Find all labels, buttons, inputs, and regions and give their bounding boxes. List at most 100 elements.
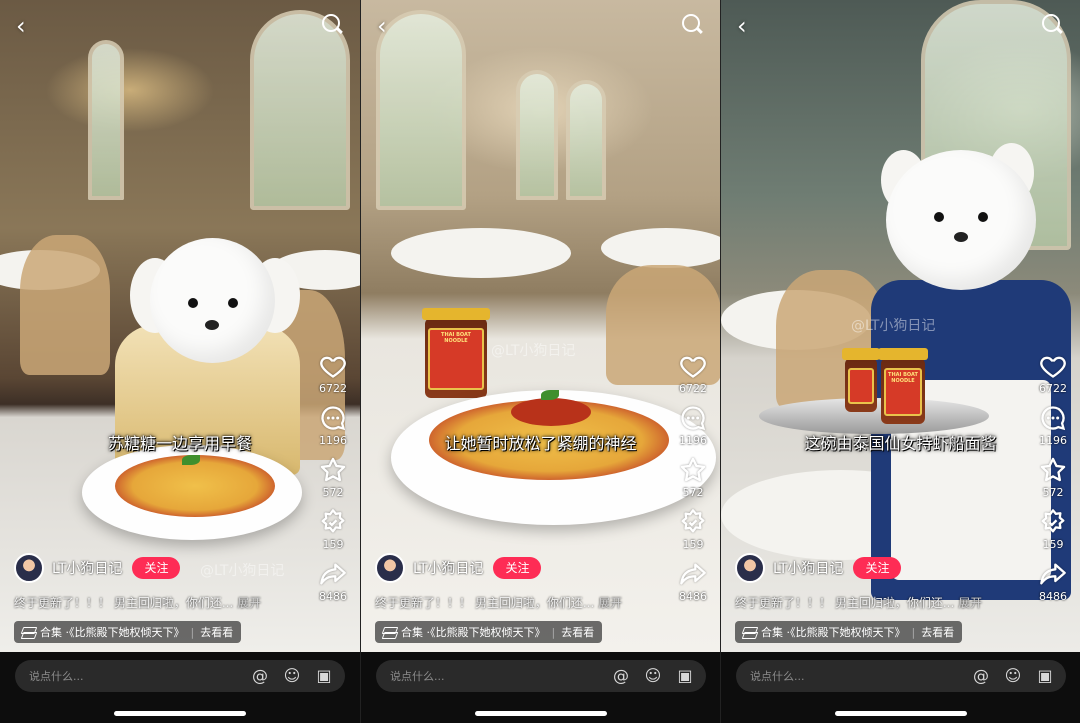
action-rail: 6722 1196 572 159 8486 — [1034, 352, 1072, 612]
video-description[interactable]: 终于更新了！！！ 男主回归啦，你们还... 展开 — [735, 594, 982, 611]
collection-action[interactable]: 去看看 — [561, 624, 594, 640]
favorite-count: 572 — [1042, 486, 1064, 499]
video-panel-1[interactable]: ‹ 苏糖糖一边享用早餐 @LT小狗日记 6722 1196 572 159 84… — [0, 0, 360, 723]
collection-chip[interactable]: 合集 ·《比熊殿下她权倾天下》 | 去看看 — [735, 621, 963, 643]
like-button[interactable]: 6722 — [1039, 352, 1067, 395]
forward-button[interactable]: 8486 — [679, 560, 707, 603]
image-icon[interactable]: ▣ — [676, 667, 694, 685]
like-count: 6722 — [679, 382, 707, 395]
share-icon — [321, 509, 345, 533]
layers-icon — [22, 627, 34, 637]
video-description[interactable]: 终于更新了！！！ 男主回归啦，你们还... 展开 — [14, 594, 261, 611]
emoji-icon[interactable]: ☺ — [283, 667, 301, 685]
collection-action[interactable]: 去看看 — [921, 624, 954, 640]
avatar[interactable] — [375, 553, 405, 583]
sauce-jar: THAI BOAT NOODLE — [878, 348, 928, 424]
star-icon — [680, 457, 706, 482]
share-button[interactable]: 159 — [319, 508, 347, 551]
watermark: @LT小狗日记 — [491, 343, 576, 359]
favorite-button[interactable]: 572 — [319, 456, 347, 499]
heart-icon — [320, 356, 346, 378]
search-icon[interactable] — [682, 14, 704, 36]
comment-placeholder: 说点什么... — [750, 670, 805, 683]
expand-link[interactable]: 展开 — [958, 596, 982, 610]
image-icon[interactable]: ▣ — [1036, 667, 1054, 685]
home-indicator[interactable] — [114, 711, 246, 716]
dog-eye — [188, 298, 198, 308]
jar-lid — [842, 348, 880, 360]
back-icon[interactable]: ‹ — [16, 14, 36, 38]
forward-button[interactable]: 8486 — [1039, 560, 1067, 603]
back-icon[interactable]: ‹ — [377, 14, 397, 38]
collection-chip[interactable]: 合集 ·《比熊殿下她权倾天下》 | 去看看 — [14, 621, 242, 643]
at-icon[interactable]: @ — [972, 667, 990, 685]
share-button[interactable]: 159 — [1039, 508, 1067, 551]
home-indicator[interactable] — [475, 711, 607, 716]
dog-head — [886, 150, 1036, 290]
video-description[interactable]: 终于更新了！！！ 男主回归啦，你们还... 展开 — [375, 594, 622, 611]
jar-label — [848, 368, 874, 404]
comment-button[interactable]: 1196 — [1039, 404, 1067, 447]
follow-button[interactable]: 关注 — [853, 557, 902, 579]
avatar[interactable] — [735, 553, 765, 583]
author-name[interactable]: LT小狗日记 — [52, 558, 122, 578]
comment-placeholder: 说点什么... — [390, 670, 445, 683]
comment-button[interactable]: 1196 — [319, 404, 347, 447]
share-icon — [681, 509, 705, 533]
like-button[interactable]: 6722 — [679, 352, 707, 395]
expand-link[interactable]: 展开 — [237, 596, 261, 610]
share-button[interactable]: 159 — [679, 508, 707, 551]
avatar[interactable] — [14, 553, 44, 583]
collection-title: 合集 ·《比熊殿下她权倾天下》 — [761, 626, 906, 639]
subtitle-caption: 这碗由泰国仙女持虾船面酱 — [804, 434, 997, 453]
at-icon[interactable]: @ — [612, 667, 630, 685]
collection-action[interactable]: 去看看 — [200, 624, 233, 640]
star-icon — [320, 457, 346, 482]
watermark: @LT小狗日记 — [200, 563, 285, 579]
favorite-button[interactable]: 572 — [1039, 456, 1067, 499]
dog-head — [150, 238, 275, 363]
divider: | — [190, 625, 195, 639]
search-icon[interactable] — [1042, 14, 1064, 36]
sauce-jar — [842, 348, 880, 412]
comment-input[interactable]: 说点什么... @ ☺ ▣ — [15, 660, 345, 692]
author-name[interactable]: LT小狗日记 — [413, 558, 483, 578]
follow-button[interactable]: 关注 — [132, 557, 181, 579]
divider: | — [551, 625, 556, 639]
dining-table — [391, 228, 571, 278]
favorite-button[interactable]: 572 — [679, 456, 707, 499]
heart-icon — [1040, 356, 1066, 378]
comment-button[interactable]: 1196 — [679, 404, 707, 447]
back-icon[interactable]: ‹ — [737, 14, 757, 38]
comment-input[interactable]: 说点什么... @ ☺ ▣ — [736, 660, 1066, 692]
favorite-count: 572 — [682, 486, 704, 499]
video-panel-2[interactable]: THAI BOAT NOODLE ‹ 让她暂时放松了紧绷的神经 @ LT小狗日记 … — [360, 0, 720, 723]
dog-eye — [978, 212, 988, 222]
share-count: 159 — [682, 538, 704, 551]
at-icon[interactable]: @ — [251, 667, 269, 685]
author-name[interactable]: LT小狗日记 — [773, 558, 843, 578]
comment-input[interactable]: 说点什么... @ ☺ ▣ — [376, 660, 706, 692]
forward-icon — [680, 563, 706, 585]
like-button[interactable]: 6722 — [319, 352, 347, 395]
dog-nose — [954, 232, 968, 242]
like-count: 6722 — [319, 382, 347, 395]
subtitle-caption: 苏糖糖一边享用早餐 — [107, 434, 252, 453]
forward-count: 8486 — [1039, 590, 1067, 603]
follow-button[interactable]: 关注 — [493, 557, 542, 579]
search-icon[interactable] — [322, 14, 344, 36]
collection-title: 合集 ·《比熊殿下她权倾天下》 — [40, 626, 185, 639]
jar-label: THAI BOAT NOODLE — [884, 368, 922, 416]
author-row: LT小狗日记 关注 — [735, 553, 902, 583]
expand-link[interactable]: 展开 — [598, 596, 622, 610]
emoji-icon[interactable]: ☺ — [644, 667, 662, 685]
video-panel-3[interactable]: THAI BOAT NOODLE ‹ 这碗由泰国仙女持虾船面酱 @ LT小狗日记 … — [720, 0, 1080, 723]
favorite-count: 572 — [322, 486, 344, 499]
share-count: 159 — [322, 538, 344, 551]
forward-button[interactable]: 8486 — [319, 560, 347, 603]
home-indicator[interactable] — [835, 711, 967, 716]
emoji-icon[interactable]: ☺ — [1004, 667, 1022, 685]
collection-chip[interactable]: 合集 ·《比熊殿下她权倾天下》 | 去看看 — [375, 621, 603, 643]
image-icon[interactable]: ▣ — [315, 667, 333, 685]
basil — [182, 455, 200, 465]
